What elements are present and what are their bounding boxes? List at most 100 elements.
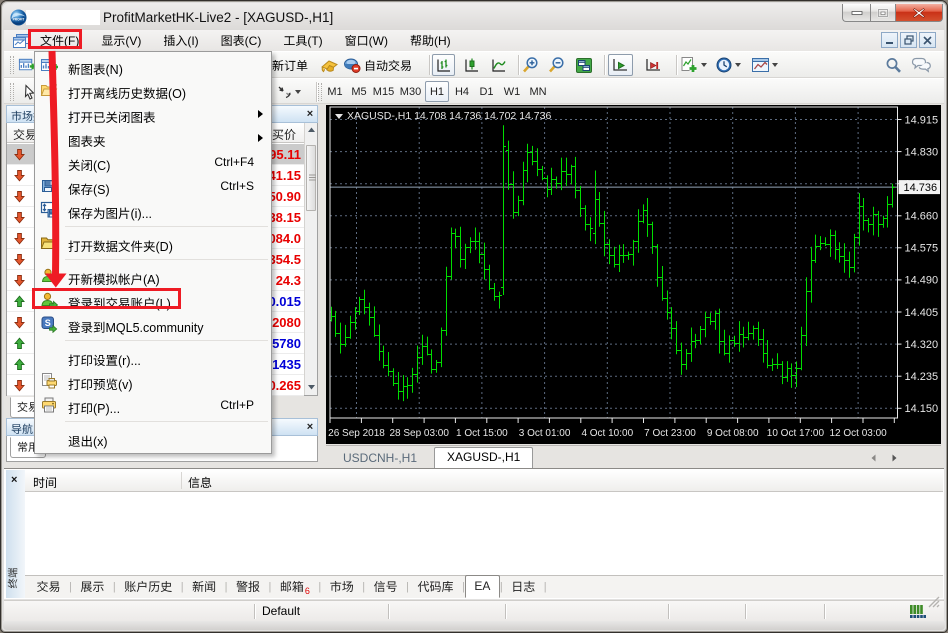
- terminal-tab-7[interactable]: 市场: [321, 575, 362, 599]
- mdi-close-button[interactable]: [919, 32, 936, 48]
- svg-text:14.660: 14.660: [905, 211, 939, 223]
- scroll-down-icon[interactable]: [307, 383, 316, 391]
- resize-grip[interactable]: [926, 594, 940, 608]
- menubar-item-3[interactable]: 插入(I): [152, 28, 209, 53]
- terminal-tab-1[interactable]: 交易: [28, 575, 69, 599]
- bar-chart-icon: [435, 57, 452, 74]
- file-menu-item-exit[interactable]: 退出(x): [36, 426, 270, 450]
- file-menu-item-close-chart[interactable]: 关闭(C)Ctrl+F4: [36, 150, 270, 174]
- timeframe-M30[interactable]: M30: [398, 81, 423, 102]
- tab-scroll-right-icon[interactable]: [891, 454, 898, 462]
- dropdown-arrow-icon[interactable]: [772, 63, 778, 67]
- terminal-tab-3[interactable]: 账户历史: [116, 575, 181, 599]
- file-menu-item-open-data-folder[interactable]: 打开数据文件夹(D): [36, 231, 270, 255]
- bid-price: 0.015: [268, 294, 301, 309]
- arrows-tool-button[interactable]: [273, 81, 307, 103]
- bar-chart-button[interactable]: [432, 54, 455, 76]
- timeframe-MN[interactable]: MN: [526, 81, 550, 102]
- down-tick-icon: [13, 211, 26, 224]
- scroll-up-icon[interactable]: [307, 126, 316, 134]
- file-menu-item-open-demo-account[interactable]: 开新模拟帐户(A): [36, 264, 270, 288]
- autotrading-button[interactable]: 自动交易: [340, 54, 415, 76]
- mql5-services-button[interactable]: [317, 54, 342, 76]
- market-watch-scrollbar[interactable]: [304, 123, 317, 395]
- terminal-close-icon[interactable]: ×: [11, 474, 17, 486]
- terminal-tab-2[interactable]: 展示: [72, 575, 113, 599]
- file-menu-item-print-preview[interactable]: 打印预览(v): [36, 369, 270, 393]
- file-menu-item-save[interactable]: 保存(S)Ctrl+S: [36, 174, 270, 198]
- file-menu-item-open-deleted[interactable]: 打开已关闭图表: [36, 102, 270, 126]
- bid-price: 95.11: [269, 147, 301, 162]
- file-menu-item-new-chart[interactable]: 新图表(N): [36, 54, 270, 78]
- tab-scroll-left-icon[interactable]: [870, 454, 877, 462]
- terminal-tab-6[interactable]: 邮箱6: [271, 575, 318, 600]
- terminal-column-time[interactable]: 时间: [33, 474, 57, 491]
- indicators-button[interactable]: [677, 54, 713, 76]
- open-offline-history-icon: [40, 81, 58, 99]
- file-menu-item-open-offline-history[interactable]: 打开离线历史数据(O): [36, 78, 270, 102]
- timeframe-M15[interactable]: M15: [371, 81, 396, 102]
- terminal-tab-4[interactable]: 新闻: [184, 575, 225, 599]
- bid-price: 41.15: [268, 168, 301, 183]
- scrollbar-thumb[interactable]: [306, 145, 316, 211]
- menubar-item-6[interactable]: 窗口(W): [334, 28, 399, 53]
- terminal-tab-11[interactable]: 日志: [503, 575, 544, 599]
- timeframe-D1[interactable]: D1: [475, 81, 498, 102]
- file-menu-item-login-mql5[interactable]: S登录到MQL5.community: [36, 312, 270, 336]
- chart-shift-button[interactable]: [641, 54, 666, 76]
- terminal-tab-10[interactable]: EA: [465, 575, 500, 598]
- tab-separator: |: [544, 581, 547, 593]
- timeframe-H4[interactable]: H4: [451, 81, 473, 102]
- file-menu-item-print-setup[interactable]: 打印设置(r)...: [36, 345, 270, 369]
- close-button[interactable]: [896, 4, 943, 22]
- candlestick-chart[interactable]: 14.91514.83014.74514.66014.57514.49014.4…: [326, 105, 941, 444]
- chart-window-icon[interactable]: [13, 34, 29, 48]
- statusbar-divider: [388, 604, 389, 619]
- dropdown-arrow-icon[interactable]: [701, 63, 707, 67]
- terminal-tab-9[interactable]: 代码库: [409, 575, 462, 599]
- templates-button[interactable]: [748, 54, 784, 76]
- up-tick-icon: [13, 295, 26, 308]
- terminal-tab-8[interactable]: 信号: [365, 575, 406, 599]
- file-menu-item-print[interactable]: 打印(P)...Ctrl+P: [36, 393, 270, 417]
- zoom-out-button[interactable]: [545, 54, 569, 76]
- menubar-item-2[interactable]: 显示(V): [90, 28, 152, 53]
- line-chart-button[interactable]: [487, 54, 510, 76]
- zoom-in-button[interactable]: [519, 54, 543, 76]
- toolbar-grip: [318, 83, 322, 101]
- candlestick-chart-button[interactable]: [460, 54, 483, 76]
- mdi-restore-button[interactable]: [900, 32, 917, 48]
- file-menu-item-profiles[interactable]: 图表夹: [36, 126, 270, 150]
- timeframe-W1[interactable]: W1: [500, 81, 524, 102]
- file-menu-item-save-as-picture[interactable]: 保存为图片(i)...: [36, 198, 270, 222]
- timeframe-M5[interactable]: M5: [349, 81, 369, 102]
- menubar-item-5[interactable]: 工具(T): [272, 28, 333, 53]
- tile-windows-button[interactable]: [572, 54, 596, 76]
- timeframe-H1[interactable]: H1: [425, 81, 449, 102]
- chat-button[interactable]: [907, 54, 935, 76]
- column-bid[interactable]: 买价: [272, 126, 296, 143]
- terminal-column-message[interactable]: 信息: [188, 474, 212, 491]
- dropdown-arrow-icon[interactable]: [295, 90, 301, 94]
- menubar-item-7[interactable]: 帮助(H): [399, 28, 462, 53]
- chart-tab-usdcnh[interactable]: USDCNH-,H1: [331, 449, 429, 468]
- svg-text:12 Oct 03:00: 12 Oct 03:00: [829, 428, 887, 439]
- market-watch-close-icon[interactable]: ×: [304, 109, 316, 121]
- dropdown-arrow-icon[interactable]: [735, 63, 741, 67]
- mdi-minimize-button[interactable]: [881, 32, 898, 48]
- periods-button[interactable]: [712, 54, 747, 76]
- auto-scroll-button[interactable]: [608, 54, 633, 76]
- down-tick-icon: [13, 190, 26, 203]
- submenu-arrow-icon: [258, 110, 263, 118]
- timeframe-M1[interactable]: M1: [323, 81, 347, 102]
- menubar-item-4[interactable]: 图表(C): [210, 28, 273, 53]
- status-profile[interactable]: Default: [262, 604, 300, 618]
- svg-text:4 Oct 10:00: 4 Oct 10:00: [581, 428, 633, 439]
- maximize-button[interactable]: [870, 4, 896, 22]
- zoom-out-icon: [548, 56, 566, 74]
- search-button[interactable]: [882, 54, 905, 76]
- minimize-button[interactable]: [842, 4, 870, 22]
- navigator-close-icon[interactable]: ×: [304, 422, 316, 434]
- terminal-tab-5[interactable]: 警报: [228, 575, 269, 599]
- chart-tab-xagusd[interactable]: XAGUSD-,H1: [434, 447, 533, 468]
